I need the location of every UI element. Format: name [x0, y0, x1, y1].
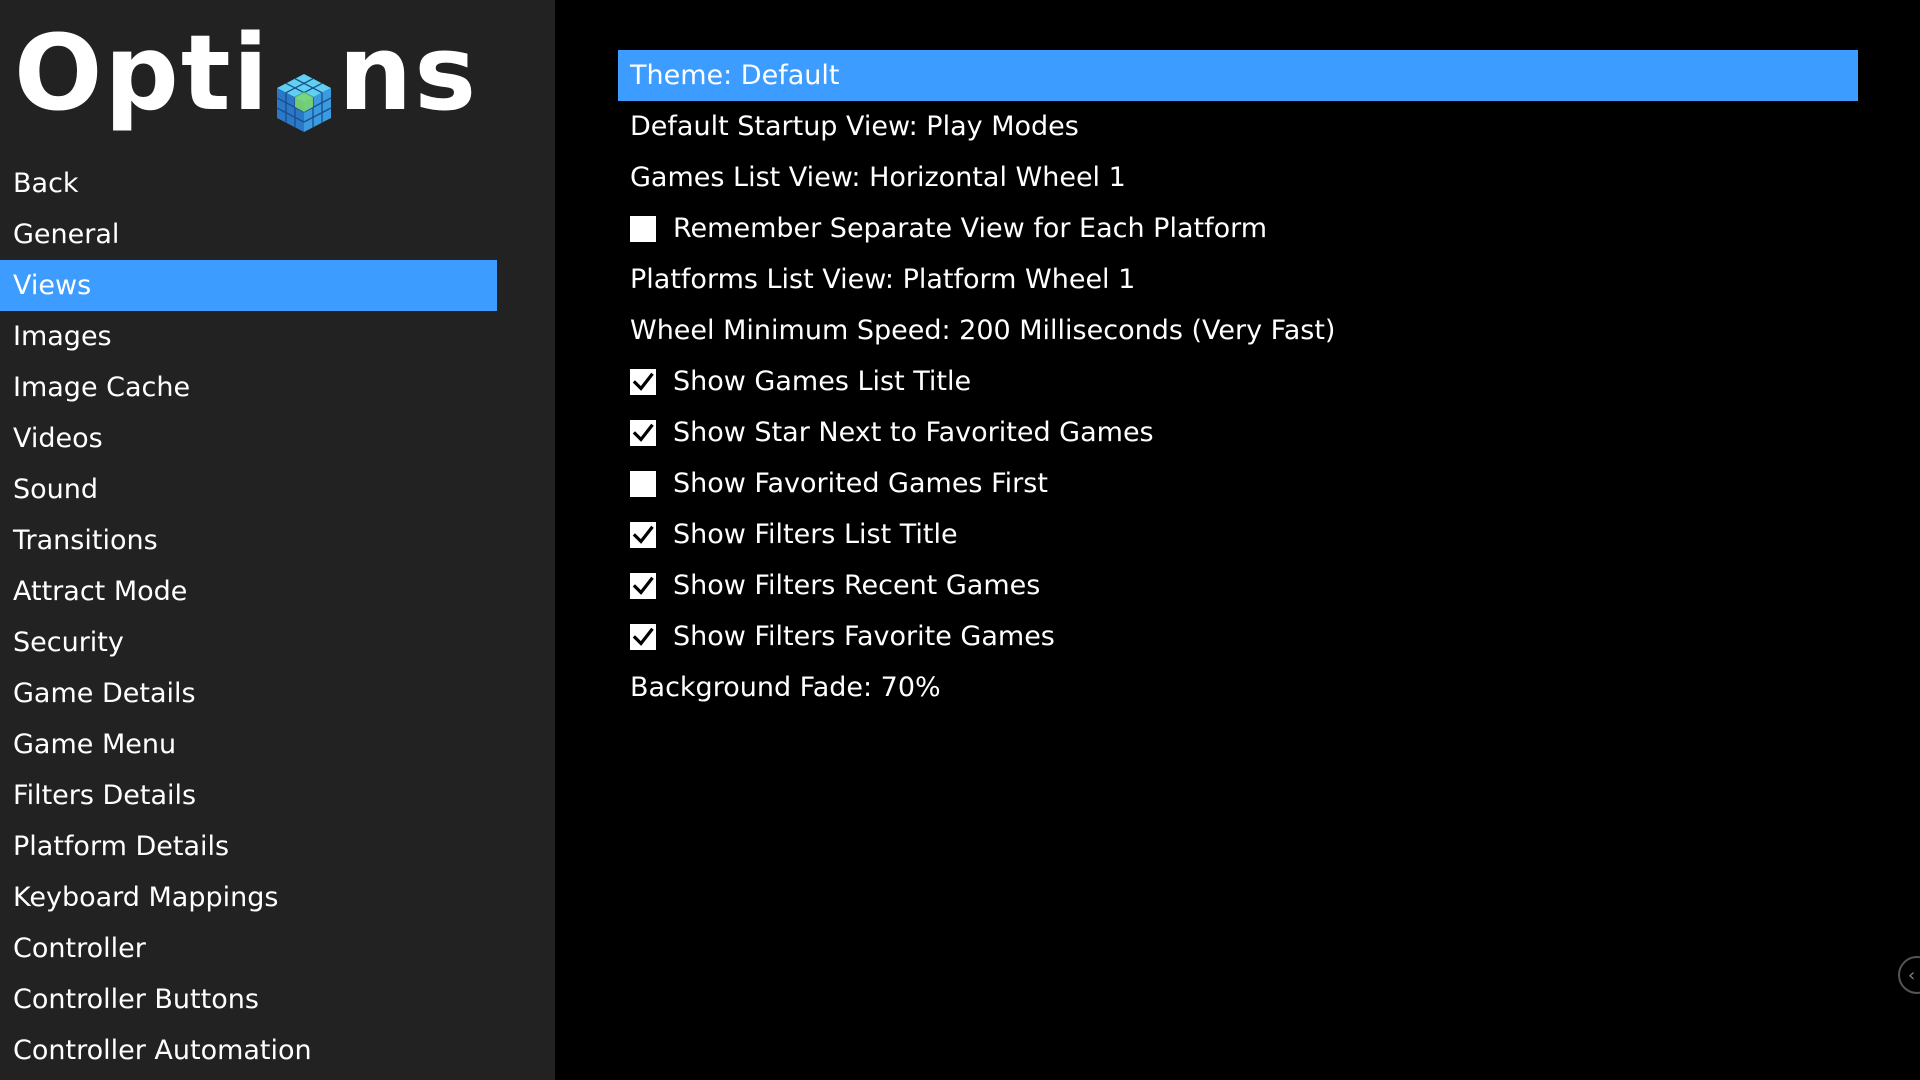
sidebar-item-security[interactable]: Security — [0, 617, 497, 668]
sidebar-item-general[interactable]: General — [0, 209, 497, 260]
checkbox-checked-icon[interactable] — [630, 368, 656, 395]
option-default-startup-view[interactable]: Default Startup View: Play Modes — [618, 101, 1858, 152]
option-show-games-list-title[interactable]: Show Games List Title — [618, 356, 1858, 407]
sidebar-item-controller[interactable]: Controller — [0, 923, 497, 974]
option-remember-separate-view-for-each-platform[interactable]: Remember Separate View for Each Platform — [618, 203, 1858, 254]
option-label: Show Games List Title — [673, 366, 972, 397]
sidebar-item-keyboard-mappings[interactable]: Keyboard Mappings — [0, 872, 497, 923]
sidebar-item-game-details[interactable]: Game Details — [0, 668, 497, 719]
sidebar-item-sound[interactable]: Sound — [0, 464, 497, 515]
option-games-list-view[interactable]: Games List View: Horizontal Wheel 1 — [618, 152, 1858, 203]
cube-logo-icon — [271, 48, 337, 132]
option-show-filters-recent-games[interactable]: Show Filters Recent Games — [618, 560, 1858, 611]
options-logo: Opti ns — [14, 8, 478, 138]
option-wheel-minimum-speed[interactable]: Wheel Minimum Speed: 200 Milliseconds (V… — [618, 305, 1858, 356]
option-theme[interactable]: Theme: Default — [618, 50, 1858, 101]
options-screen: Opti ns Back General Views Images Image … — [0, 0, 1920, 1080]
option-label: Show Favorited Games First — [673, 468, 1048, 499]
option-label: Wheel Minimum Speed: 200 Milliseconds (V… — [630, 315, 1336, 346]
sidebar-item-attract-mode[interactable]: Attract Mode — [0, 566, 497, 617]
checkbox-checked-icon[interactable] — [630, 572, 656, 599]
option-show-favorited-games-first[interactable]: Show Favorited Games First — [618, 458, 1858, 509]
view-options-list: Theme: Default Default Startup View: Play… — [618, 50, 1858, 713]
option-label: Show Filters List Title — [673, 519, 958, 550]
option-label: Default Startup View: Play Modes — [630, 111, 1079, 142]
logo-text-start: Opti — [14, 12, 271, 134]
sidebar-item-controller-automation[interactable]: Controller Automation — [0, 1025, 497, 1076]
option-label: Show Star Next to Favorited Games — [673, 417, 1154, 448]
sidebar-item-videos[interactable]: Videos — [0, 413, 497, 464]
option-show-filters-list-title[interactable]: Show Filters List Title — [618, 509, 1858, 560]
sidebar-item-game-menu[interactable]: Game Menu — [0, 719, 497, 770]
chevron-left-icon[interactable]: ‹ — [1898, 956, 1920, 994]
sidebar-item-controller-buttons[interactable]: Controller Buttons — [0, 974, 497, 1025]
sidebar-item-views[interactable]: Views — [0, 260, 497, 311]
sidebar-item-filters-details[interactable]: Filters Details — [0, 770, 497, 821]
option-label: Background Fade: 70% — [630, 672, 941, 703]
checkbox-checked-icon[interactable] — [630, 623, 656, 650]
option-platforms-list-view[interactable]: Platforms List View: Platform Wheel 1 — [618, 254, 1858, 305]
option-label: Show Filters Recent Games — [673, 570, 1041, 601]
options-menu: Back General Views Images Image Cache Videos S… — [0, 158, 497, 1076]
checkbox-unchecked-icon[interactable] — [630, 470, 656, 497]
option-background-fade[interactable]: Background Fade: 70% — [618, 662, 1858, 713]
sidebar-item-back[interactable]: Back — [0, 158, 497, 209]
option-label: Platforms List View: Platform Wheel 1 — [630, 264, 1136, 295]
checkbox-checked-icon[interactable] — [630, 419, 656, 446]
option-show-star-next-to-favorited-games[interactable]: Show Star Next to Favorited Games — [618, 407, 1858, 458]
scroll-handle-glyph: ‹ — [1908, 964, 1916, 986]
option-label: Show Filters Favorite Games — [673, 621, 1055, 652]
sidebar-item-transitions[interactable]: Transitions — [0, 515, 497, 566]
sidebar: Opti ns Back General Views Images Image … — [0, 0, 555, 1080]
logo-text-end: ns — [338, 12, 479, 134]
sidebar-item-image-cache[interactable]: Image Cache — [0, 362, 497, 413]
option-label: Remember Separate View for Each Platform — [673, 213, 1268, 244]
option-show-filters-favorite-games[interactable]: Show Filters Favorite Games — [618, 611, 1858, 662]
sidebar-item-platform-details[interactable]: Platform Details — [0, 821, 497, 872]
sidebar-item-images[interactable]: Images — [0, 311, 497, 362]
checkbox-unchecked-icon[interactable] — [630, 215, 656, 242]
option-label: Games List View: Horizontal Wheel 1 — [630, 162, 1126, 193]
option-label: Theme: Default — [630, 60, 840, 91]
checkbox-checked-icon[interactable] — [630, 521, 656, 548]
